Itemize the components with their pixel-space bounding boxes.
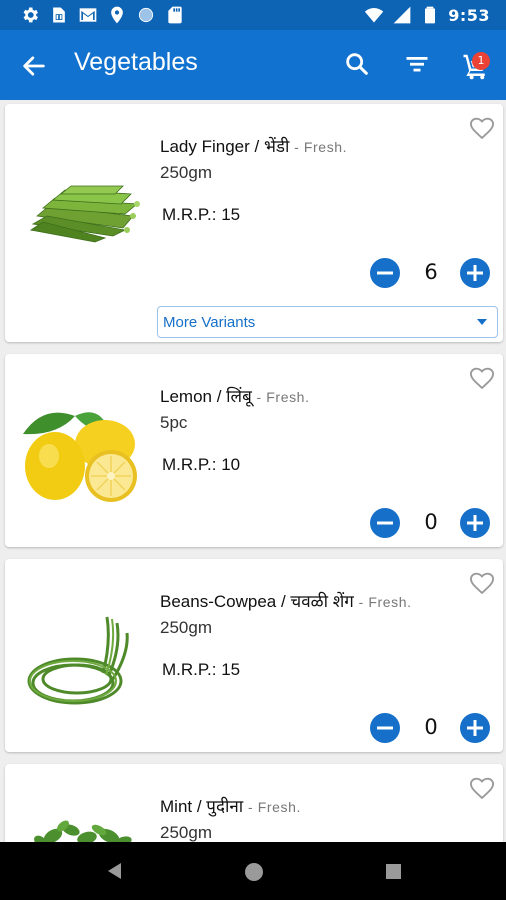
product-freshness-tag: - Fresh. <box>256 389 310 405</box>
nav-recents-icon[interactable] <box>386 864 401 879</box>
decrease-quantity-button[interactable] <box>369 257 401 289</box>
favorite-heart-icon[interactable] <box>468 114 496 142</box>
filter-icon[interactable] <box>403 50 431 78</box>
back-arrow-icon[interactable] <box>20 52 48 80</box>
status-system-icons: 9:53 <box>364 4 490 26</box>
page-title: Vegetables <box>74 48 198 76</box>
gmail-icon <box>79 8 97 22</box>
product-card-lady-finger[interactable]: Lady Finger / भेंडी - Fresh. 250gm M.R.P… <box>5 104 503 342</box>
product-card-beans-cowpea[interactable]: Beans-Cowpea / चवळी शेंग - Fresh. 250gm … <box>5 559 503 752</box>
decrease-quantity-button[interactable] <box>369 712 401 744</box>
cart-count-badge: 1 <box>472 52 490 70</box>
product-name: Lady Finger / भेंडी <box>160 137 290 156</box>
product-unit: 5pc <box>160 413 188 432</box>
product-mrp: M.R.P.: 10 <box>162 455 241 474</box>
nav-home-icon[interactable] <box>245 863 263 881</box>
quantity-value: 6 <box>424 260 438 284</box>
product-name-line: Lemon / लिंबू - Fresh. <box>160 384 310 407</box>
search-icon[interactable] <box>343 50 371 78</box>
product-name: Lemon / लिंबू <box>160 387 252 406</box>
product-unit: 250gm <box>160 163 212 182</box>
product-mrp: M.R.P.: 15 <box>162 660 241 679</box>
app-bar: Vegetables 1 <box>0 30 506 100</box>
location-icon <box>111 6 123 24</box>
signal-icon <box>393 6 411 24</box>
product-name-line: Mint / पुदीना - Fresh. <box>160 794 301 817</box>
quantity-value: 0 <box>424 510 438 534</box>
sd-card-icon <box>168 6 182 24</box>
favorite-heart-icon[interactable] <box>468 774 496 802</box>
status-bar: 9:53 <box>0 0 506 30</box>
dropdown-arrow-icon <box>477 319 487 325</box>
cowpea-beans-image <box>27 616 129 705</box>
lemon-image <box>23 412 137 502</box>
increase-quantity-button[interactable] <box>459 507 491 539</box>
product-name: Mint / पुदीना <box>160 797 244 816</box>
settings-icon <box>23 7 38 23</box>
status-notification-icons <box>20 4 185 26</box>
quantity-value: 0 <box>424 715 438 739</box>
product-name-line: Lady Finger / भेंडी - Fresh. <box>160 134 347 157</box>
product-name-line: Beans-Cowpea / चवळी शेंग - Fresh. <box>160 589 412 612</box>
favorite-heart-icon[interactable] <box>468 569 496 597</box>
product-unit: 250gm <box>160 618 212 637</box>
more-variants-label: More Variants <box>163 314 256 331</box>
product-freshness-tag: - Fresh. <box>247 799 301 815</box>
product-freshness-tag: - Fresh. <box>358 594 412 610</box>
sim-icon <box>53 7 65 23</box>
wifi-icon <box>365 8 384 23</box>
nav-back-icon[interactable] <box>106 862 124 880</box>
product-mrp: M.R.P.: 15 <box>162 205 241 224</box>
increase-quantity-button[interactable] <box>459 712 491 744</box>
product-freshness-tag: - Fresh. <box>294 139 348 155</box>
decrease-quantity-button[interactable] <box>369 507 401 539</box>
favorite-heart-icon[interactable] <box>468 364 496 392</box>
more-variants-dropdown[interactable]: More Variants <box>157 306 498 338</box>
okra-image <box>29 185 140 243</box>
increase-quantity-button[interactable] <box>459 257 491 289</box>
status-time: 9:53 <box>448 5 490 25</box>
circle-icon <box>138 7 154 23</box>
product-card-lemon[interactable]: Lemon / लिंबू - Fresh. 5pc M.R.P.: 10 0 <box>5 354 503 547</box>
product-unit: 250gm <box>160 823 212 842</box>
product-name: Beans-Cowpea / चवळी शेंग <box>160 592 354 611</box>
battery-icon <box>425 6 436 24</box>
